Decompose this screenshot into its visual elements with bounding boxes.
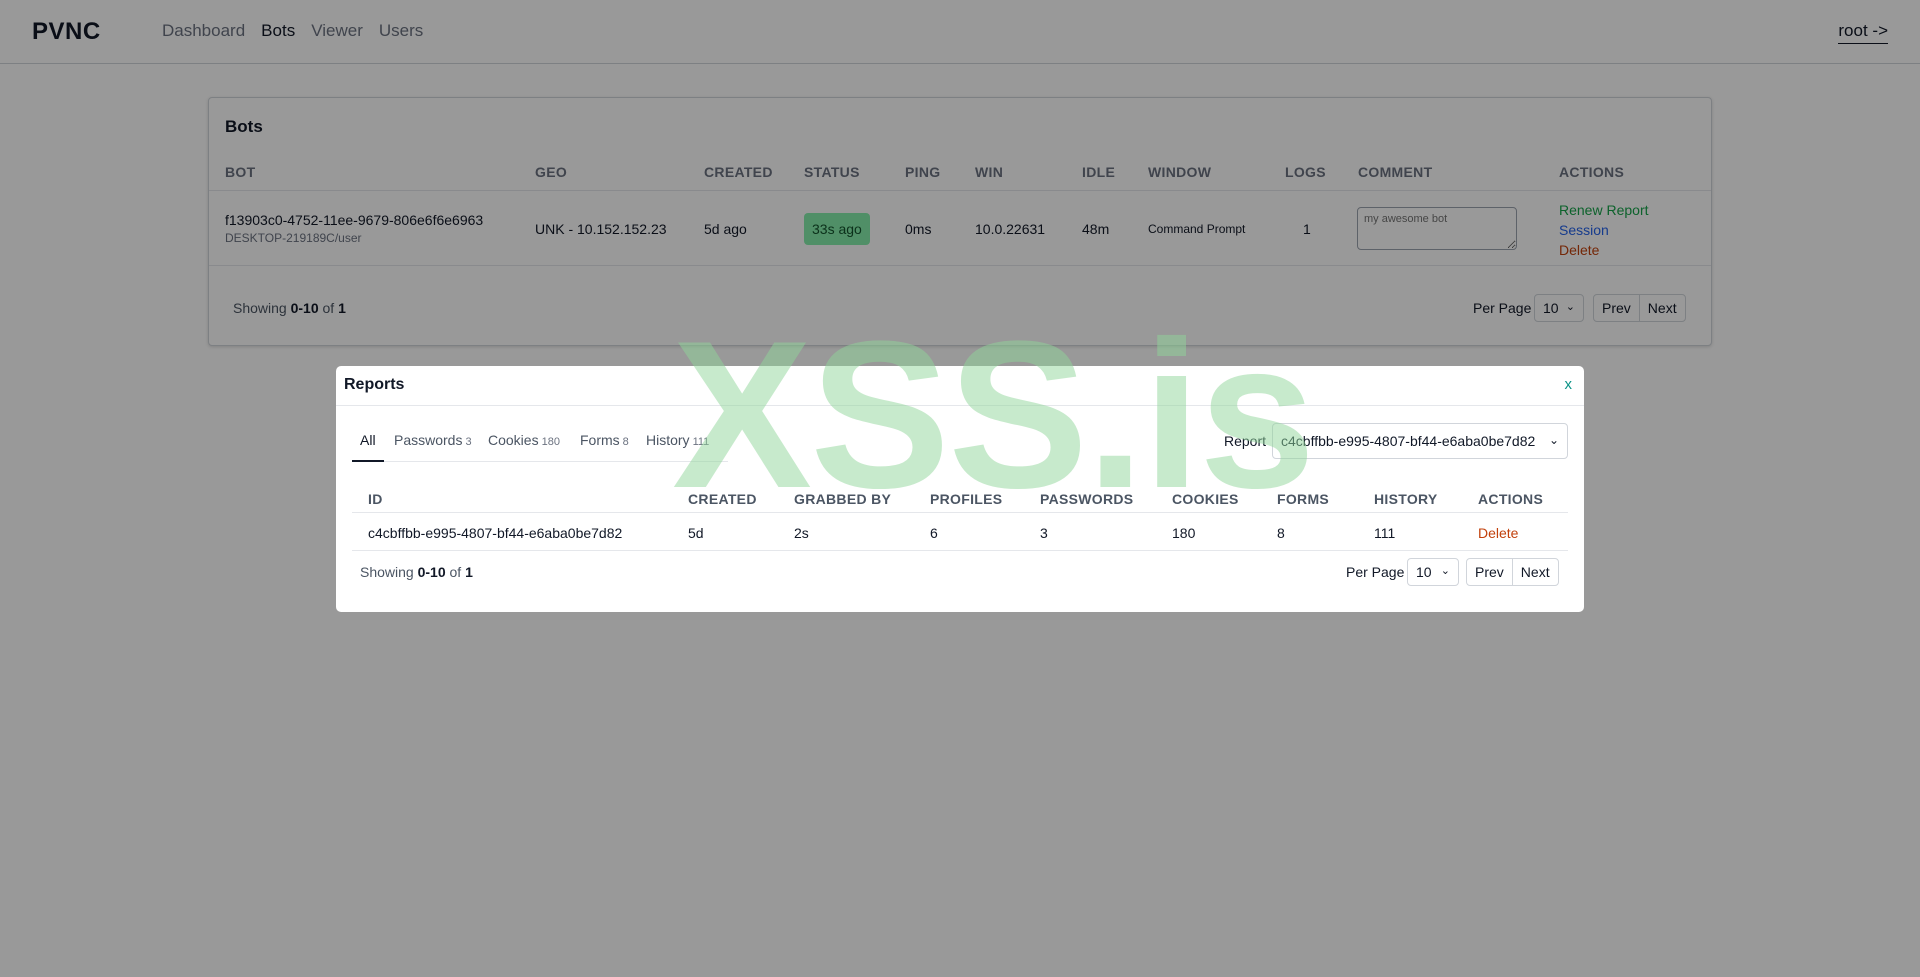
report-profiles: 6 — [930, 525, 938, 541]
col-id: ID — [368, 491, 383, 507]
reports-prev-button[interactable]: Prev — [1467, 559, 1512, 585]
col-grabbed-by: GRABBED BY — [794, 491, 892, 507]
report-id: c4cbffbb-e995-4807-bf44-e6aba0be7d82 — [368, 525, 623, 541]
tab-passwords[interactable]: Passwords 3 — [394, 432, 472, 462]
tab-history[interactable]: History 111 — [646, 432, 709, 462]
report-passwords: 3 — [1040, 525, 1048, 541]
tab-all[interactable]: All — [352, 432, 384, 462]
reports-per-page-select[interactable]: 10 ⌄ — [1407, 558, 1459, 586]
report-history: 111 — [1374, 525, 1396, 541]
report-grabbed-by: 2s — [794, 525, 809, 541]
report-created: 5d — [688, 525, 704, 541]
tab-forms[interactable]: Forms 8 — [580, 432, 629, 462]
report-select-label: Report — [1224, 433, 1267, 449]
chevron-down-icon: ⌄ — [1548, 433, 1559, 447]
col-forms: FORMS — [1277, 491, 1330, 507]
col-created: CREATED — [688, 491, 757, 507]
col-history: HISTORY — [1374, 491, 1438, 507]
col-actions: ACTIONS — [1478, 491, 1544, 507]
cookies-count: 180 — [541, 436, 560, 448]
col-profiles: PROFILES — [930, 491, 1003, 507]
reports-pager: Prev Next — [1466, 558, 1559, 586]
report-forms: 8 — [1277, 525, 1285, 541]
delete-report-link[interactable]: Delete — [1478, 525, 1518, 541]
report-tabs: All Passwords 3 Cookies 180 Forms 8 History… — [352, 432, 728, 462]
col-cookies: COOKIES — [1172, 491, 1239, 507]
forms-count: 8 — [622, 436, 629, 448]
close-button[interactable]: x — [1565, 376, 1573, 393]
modal-header: Reports x — [336, 366, 1584, 406]
table-row: c4cbffbb-e995-4807-bf44-e6aba0be7d82 5d … — [352, 514, 1568, 551]
reports-next-button[interactable]: Next — [1511, 559, 1558, 585]
report-select[interactable]: c4cbffbb-e995-4807-bf44-e6aba0be7d82 ⌄ — [1272, 423, 1568, 459]
reports-modal: Reports x All Passwords 3 Cookies 180 Form… — [336, 366, 1584, 612]
chevron-down-icon: ⌄ — [1440, 565, 1450, 577]
passwords-count: 3 — [465, 436, 472, 448]
tab-cookies[interactable]: Cookies 180 — [488, 432, 560, 462]
col-passwords: PASSWORDS — [1040, 491, 1134, 507]
history-count: 111 — [692, 436, 710, 448]
report-cookies: 180 — [1172, 525, 1196, 541]
reports-table-header: ID CREATED GRABBED BY PROFILES PASSWORDS… — [352, 485, 1568, 513]
reports-showing-text: Showing 0-10 of 1 — [360, 564, 473, 580]
reports-per-page-label: Per Page — [1346, 564, 1405, 580]
modal-title: Reports — [344, 376, 405, 393]
